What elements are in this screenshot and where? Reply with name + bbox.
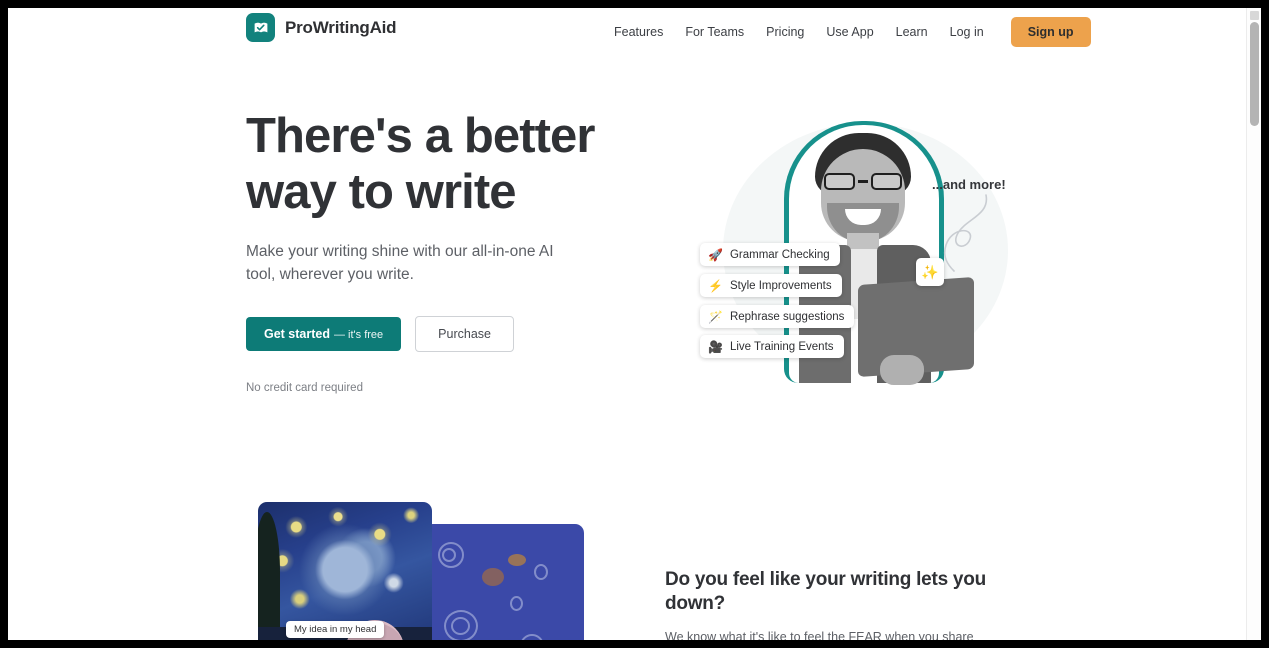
get-started-button[interactable]: Get started — it's free: [246, 317, 402, 351]
site-header: ProWritingAid Features For Teams Pricing…: [8, 8, 1246, 56]
glasses-lens-left: [824, 173, 855, 190]
rocket-icon: 🚀: [708, 247, 723, 262]
lower-illustration: My idea in my head: [246, 496, 606, 640]
lower-section-body: We know what it's like to feel the FEAR …: [665, 630, 974, 640]
swirl-icon: [534, 564, 548, 580]
sign-up-button[interactable]: Sign up: [1010, 17, 1091, 47]
video-camera-icon: 🎥: [708, 339, 723, 354]
vertical-scrollbar[interactable]: [1246, 8, 1261, 640]
get-started-label: Get started: [264, 327, 330, 341]
nav-pricing[interactable]: Pricing: [755, 8, 815, 56]
hero-title-line-2: way to write: [246, 165, 517, 219]
nav-use-app[interactable]: Use App: [815, 8, 884, 56]
lightning-bolt-icon: ⚡: [708, 278, 723, 293]
lower-copy-block: Do you feel like your writing lets you d…: [665, 568, 1017, 640]
feature-card-style-improvements[interactable]: ⚡ Style Improvements: [700, 274, 842, 297]
no-credit-card-note: No credit card required: [246, 382, 363, 394]
blank-idea-card: [424, 524, 584, 640]
starry-night-card: [258, 502, 432, 640]
browser-viewport: ProWritingAid Features For Teams Pricing…: [8, 8, 1261, 640]
get-started-sublabel: — it's free: [334, 329, 384, 341]
glasses-bridge: [858, 180, 868, 183]
scroll-up-arrow-icon[interactable]: [1250, 11, 1259, 20]
paint-blotch: [508, 554, 526, 566]
purchase-button[interactable]: Purchase: [415, 316, 514, 352]
glasses-lens-right: [871, 173, 902, 190]
prowritingaid-book-check-icon: [246, 13, 275, 42]
hero-title-line-1: There's a better: [246, 109, 595, 163]
feature-card-grammar-checking[interactable]: 🚀 Grammar Checking: [700, 243, 840, 266]
and-more-connector-icon: [943, 194, 988, 272]
hero-cta-group: Get started — it's free Purchase: [246, 316, 606, 352]
starry-caption-bubble: My idea in my head: [286, 621, 385, 638]
feature-card-label: Live Training Events: [729, 340, 834, 353]
hero-illustration: 🚀 Grammar Checking ⚡ Style Improvements …: [668, 103, 1068, 403]
feature-card-live-training-events[interactable]: 🎥 Live Training Events: [700, 335, 844, 358]
page-title: There's a better way to write: [246, 108, 606, 220]
feature-card-label: Grammar Checking: [729, 248, 830, 261]
glasses-icon: [823, 173, 903, 190]
swirl-icon: [520, 634, 544, 640]
feature-card-label: Style Improvements: [729, 279, 832, 292]
site-logo[interactable]: ProWritingAid: [246, 13, 397, 42]
swirl-icon: [451, 617, 470, 635]
main-navigation: Features For Teams Pricing Use App Learn…: [603, 8, 1091, 56]
nav-learn[interactable]: Learn: [885, 8, 939, 56]
and-more-label: ...and more!: [932, 177, 1006, 192]
paint-blotch: [482, 568, 504, 586]
magic-wand-icon: 🪄: [708, 309, 723, 324]
nav-for-teams[interactable]: For Teams: [674, 8, 755, 56]
page-content: ProWritingAid Features For Teams Pricing…: [8, 8, 1246, 640]
hero-subtitle: Make your writing shine with our all-in-…: [246, 243, 554, 283]
swirl-icon: [442, 548, 456, 562]
nav-log-in[interactable]: Log in: [939, 8, 995, 56]
person-hand: [880, 355, 924, 385]
feature-card-label: Rephrase suggestions: [729, 310, 845, 323]
swirl-icon: [510, 596, 523, 611]
nav-features[interactable]: Features: [603, 8, 674, 56]
hero-text-block: There's a better way to write Make your …: [246, 108, 606, 394]
cypress-tree: [258, 512, 280, 640]
logo-text: ProWritingAid: [285, 17, 397, 37]
vertical-scroll-thumb[interactable]: [1250, 22, 1259, 126]
lower-section-title: Do you feel like your writing lets you d…: [665, 569, 986, 614]
feature-card-rephrase-suggestions[interactable]: 🪄 Rephrase suggestions: [700, 305, 855, 328]
